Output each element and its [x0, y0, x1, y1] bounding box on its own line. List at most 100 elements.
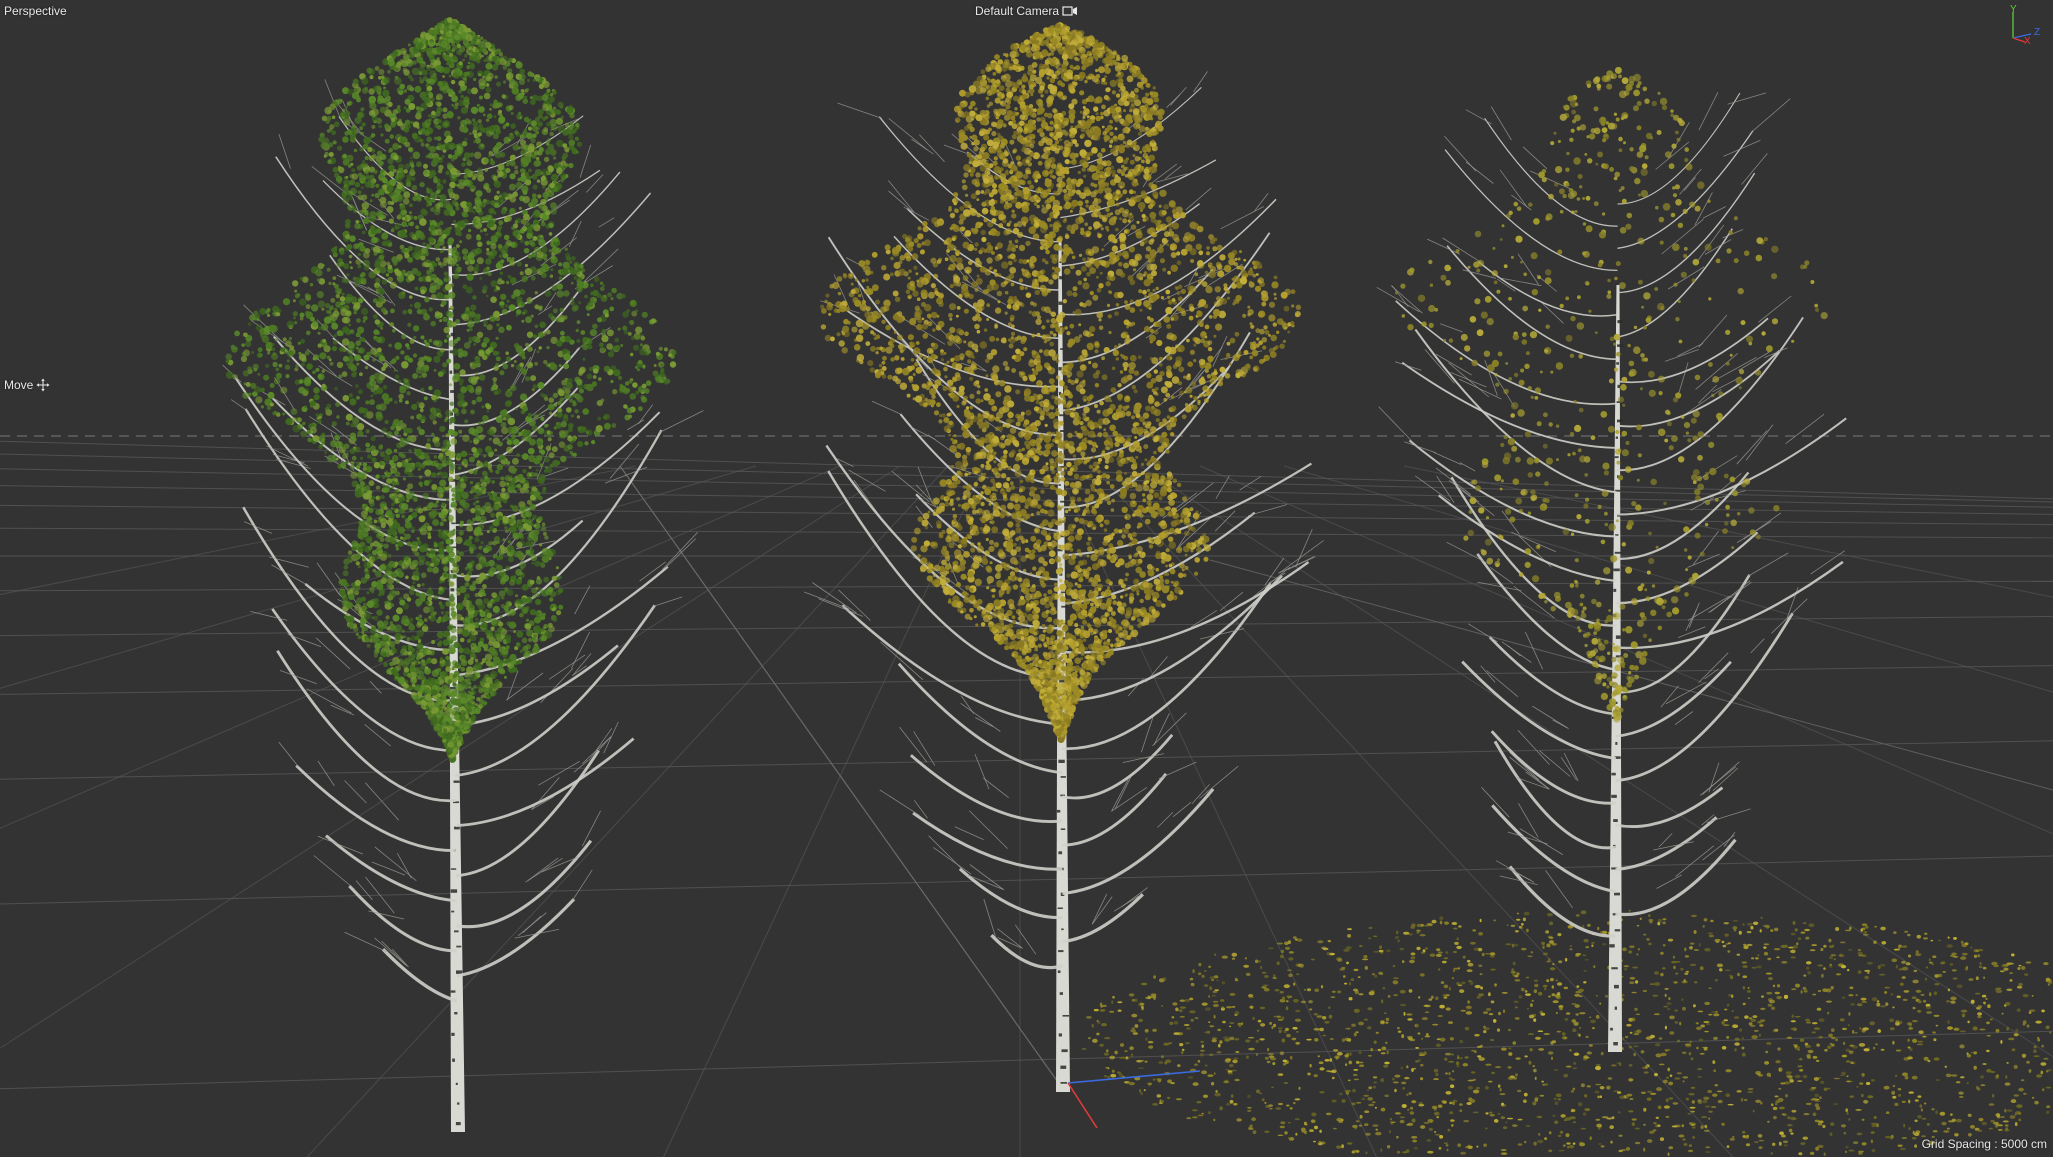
fallen-leaf — [1970, 1125, 1975, 1129]
tree-twig — [306, 688, 352, 714]
fallen-leaf — [1874, 925, 1877, 928]
foliage-leaf — [512, 438, 520, 446]
fallen-leaf — [1767, 1120, 1770, 1123]
fallen-leaf — [1713, 1069, 1716, 1072]
fallen-leaf — [1746, 943, 1753, 947]
fallen-leaf — [1682, 1138, 1686, 1141]
fallen-leaf — [1565, 1117, 1572, 1121]
fallen-leaf — [1419, 934, 1426, 937]
fallen-leaf — [1690, 963, 1697, 967]
foliage-leaf — [516, 630, 524, 638]
fallen-leaf — [2013, 1094, 2020, 1097]
fallen-leaf — [1330, 996, 1336, 998]
fallen-leaf — [1229, 1063, 1234, 1068]
fallen-leaf — [1664, 1025, 1667, 1030]
fallen-leaf — [1892, 1040, 1895, 1045]
fallen-leaf — [1899, 982, 1904, 986]
fallen-leaf — [1802, 986, 1807, 990]
foliage-leaf — [476, 257, 484, 265]
fallen-leaf — [1905, 962, 1911, 966]
fallen-leaf — [1354, 1125, 1357, 1130]
fallen-leaf — [1572, 1121, 1576, 1123]
fallen-leaf — [1656, 1087, 1663, 1092]
fallen-leaf — [1381, 1046, 1387, 1051]
fallen-leaf — [1787, 1124, 1793, 1127]
fallen-leaf — [1450, 1119, 1455, 1122]
fallen-leaf — [1232, 1059, 1238, 1064]
foliage-leaf — [532, 514, 537, 520]
fallen-leaf — [1444, 921, 1449, 925]
fallen-leaf — [1812, 1055, 1818, 1059]
foliage-leaf — [460, 94, 465, 99]
fallen-leaf — [1261, 986, 1267, 989]
bark-mark — [455, 1122, 461, 1126]
foliage-leaf — [543, 624, 548, 629]
fallen-leaf — [1601, 1116, 1609, 1119]
fallen-leaf — [1688, 1052, 1692, 1056]
fallen-leaf — [1443, 984, 1449, 989]
fallen-leaf — [1747, 997, 1750, 999]
fallen-leaf — [2006, 988, 2013, 992]
fallen-leaf — [1534, 1076, 1537, 1080]
fallen-leaf — [1423, 1122, 1430, 1124]
foliage-leaf — [531, 276, 536, 281]
fallen-leaf — [1204, 1064, 1208, 1067]
fallen-leaf — [1102, 1004, 1107, 1008]
fallen-leaf — [1542, 984, 1548, 988]
foliage-leaf — [460, 666, 466, 672]
fallen-leaf — [1767, 957, 1772, 961]
fallen-leaf — [1794, 1045, 1798, 1048]
foliage-leaf — [244, 340, 252, 348]
fallen-leaf — [1736, 1090, 1742, 1093]
fallen-leaf — [1436, 1116, 1440, 1119]
tree-twig — [540, 668, 574, 703]
fallen-leaf — [1889, 1018, 1895, 1023]
fallen-leaf — [1313, 1074, 1318, 1078]
foliage-leaf — [243, 349, 250, 357]
foliage-leaf — [362, 315, 368, 321]
scene-canvas[interactable] — [0, 0, 2053, 1157]
bark-mark — [455, 1082, 458, 1085]
3d-viewport[interactable]: Perspective Default Camera Move Grid Spa… — [0, 0, 2053, 1157]
fallen-leaf — [1712, 1093, 1718, 1097]
fallen-leaf — [1792, 1117, 1797, 1120]
foliage-leaf — [599, 342, 604, 348]
fallen-leaf — [2031, 1096, 2035, 1099]
fallen-leaf — [2015, 1028, 2019, 1033]
fallen-leaf — [2043, 962, 2049, 966]
fallen-leaf — [1604, 994, 1609, 998]
fallen-leaf — [1322, 947, 1329, 951]
foliage-leaf — [607, 292, 612, 298]
fallen-leaf — [1234, 1078, 1240, 1082]
fallen-leaf — [1229, 1036, 1235, 1039]
fallen-leaf — [1307, 1072, 1311, 1076]
foliage-leaf — [241, 343, 245, 347]
fallen-leaf — [1839, 953, 1843, 957]
fallen-leaf — [1294, 1118, 1300, 1121]
fallen-leaf — [1755, 957, 1759, 960]
fallen-leaf — [1597, 926, 1600, 931]
fallen-leaf — [1186, 1117, 1192, 1120]
foliage-leaf — [447, 154, 453, 159]
fallen-leaf — [2007, 1109, 2013, 1112]
foliage-leaf — [348, 393, 353, 398]
fallen-leaf — [1573, 1052, 1580, 1056]
fallen-leaf — [1477, 1045, 1483, 1048]
fallen-leaf — [1575, 1013, 1579, 1016]
foliage-leaf — [260, 387, 265, 393]
fallen-leaf — [1469, 1099, 1476, 1103]
foliage-leaf — [435, 42, 439, 47]
fallen-leaf — [1629, 976, 1636, 980]
foliage-leaf — [463, 174, 469, 179]
fallen-leaf — [1288, 957, 1294, 961]
fallen-leaf — [1932, 955, 1937, 958]
fallen-leaf — [1291, 1037, 1297, 1041]
fallen-leaf — [1186, 1027, 1191, 1030]
foliage-leaf — [342, 395, 350, 402]
fallen-leaf — [1281, 1038, 1286, 1043]
tree-summer[interactable] — [222, 17, 704, 1132]
foliage-leaf — [471, 399, 477, 405]
fallen-leaf — [1920, 993, 1925, 996]
fallen-leaf — [1964, 942, 1969, 945]
fallen-leaf — [1667, 1067, 1670, 1072]
